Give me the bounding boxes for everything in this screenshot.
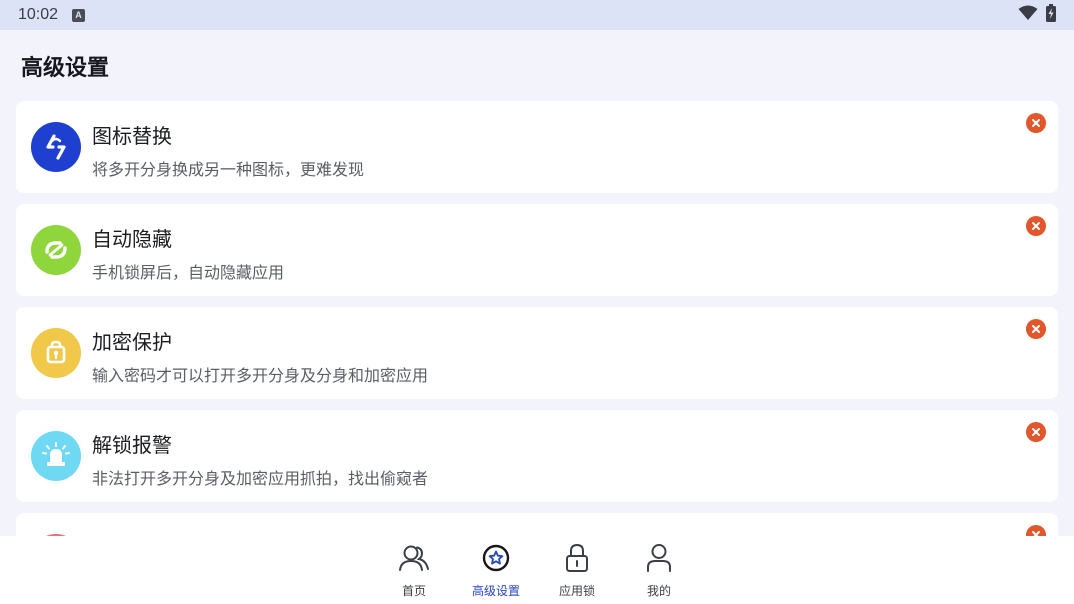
feature-title: 自动隐藏: [92, 227, 172, 251]
nav-label: 首页: [401, 584, 426, 598]
nav-label: 应用锁: [558, 584, 595, 598]
nav-item-advanced-settings[interactable]: 高级设置: [456, 542, 536, 600]
close-icon[interactable]: [1026, 216, 1046, 236]
close-icon[interactable]: [1026, 319, 1046, 339]
auto-hide-icon: [31, 225, 81, 275]
person-icon: [643, 542, 675, 574]
feature-title: 加密保护: [92, 330, 172, 354]
close-icon[interactable]: [1026, 422, 1046, 442]
padlock-icon: [561, 542, 593, 574]
feature-card-partial[interactable]: [16, 513, 1058, 536]
feature-title: 解锁报警: [92, 433, 172, 457]
bottom-nav: 首页 高级设置 应用锁 我的: [0, 536, 1074, 604]
feature-description: 手机锁屏后，自动隐藏应用: [92, 263, 285, 282]
nav-item-mine[interactable]: 我的: [619, 542, 699, 600]
close-icon[interactable]: [1026, 113, 1046, 133]
users-icon: [398, 542, 430, 574]
nav-item-app-lock[interactable]: 应用锁: [537, 542, 617, 600]
feature-card-auto-hide[interactable]: 自动隐藏 手机锁屏后，自动隐藏应用: [16, 204, 1058, 296]
feature-description: 非法打开多开分身及加密应用抓拍，找出偷窥者: [92, 469, 429, 488]
wifi-icon: [1018, 5, 1038, 25]
lock-shield-icon: [31, 328, 81, 378]
keyboard-notification-icon: A: [72, 8, 86, 22]
status-icons: [1018, 4, 1056, 26]
status-bar: 10:02 A: [0, 0, 1074, 30]
feature-title: 图标替换: [92, 124, 172, 148]
battery-charging-icon: [1046, 4, 1056, 26]
feature-card-icon-swap[interactable]: 图标替换 将多开分身换成另一种图标，更难发现: [16, 101, 1058, 193]
nav-item-home[interactable]: 首页: [374, 542, 454, 600]
feature-card-unlock-alarm[interactable]: 解锁报警 非法打开多开分身及加密应用抓拍，找出偷窥者: [16, 410, 1058, 502]
nav-label: 高级设置: [471, 584, 520, 598]
star-circle-icon: [480, 542, 512, 574]
feature-list: 图标替换 将多开分身换成另一种图标，更难发现 自动隐藏 手机锁屏后，自动隐藏应用: [16, 101, 1058, 536]
feature-description: 将多开分身换成另一种图标，更难发现: [92, 160, 365, 179]
feature-description: 输入密码才可以打开多开分身及分身和加密应用: [92, 366, 429, 385]
nav-label: 我的: [646, 584, 671, 598]
page-title: 高级设置: [21, 56, 110, 81]
feature-card-encryption[interactable]: 加密保护 输入密码才可以打开多开分身及分身和加密应用: [16, 307, 1058, 399]
icon-swap-icon: [31, 122, 81, 172]
alarm-siren-icon: [31, 431, 81, 481]
close-icon[interactable]: [1026, 525, 1046, 536]
status-time: 10:02: [18, 6, 59, 23]
